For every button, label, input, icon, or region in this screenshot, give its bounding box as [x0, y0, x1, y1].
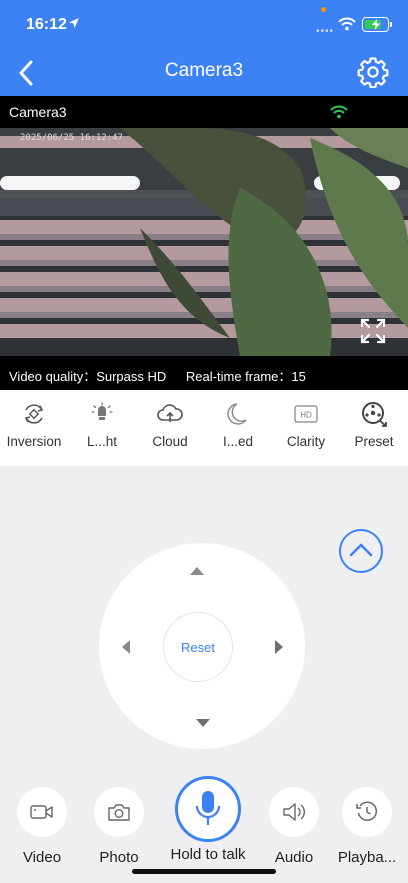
tool-label: Preset	[354, 434, 394, 449]
camera-icon	[108, 804, 130, 821]
fullscreen-icon[interactable]	[360, 318, 386, 344]
hd-icon: HD	[294, 405, 318, 423]
preset-icon	[362, 402, 387, 427]
page-title: Camera3	[164, 60, 244, 81]
inversion-icon	[24, 404, 44, 424]
home-indicator[interactable]	[132, 869, 276, 874]
ptz-direction-pad: Reset	[99, 543, 305, 749]
wifi-status-icon	[338, 17, 356, 31]
tool-label: L...ht	[86, 434, 118, 449]
microphone-icon	[195, 791, 221, 825]
live-video-feed[interactable]: 2025/06/25 16:12:47	[0, 128, 408, 356]
audio-button[interactable]: Audio	[269, 787, 319, 866]
ptz-left-arrow-icon[interactable]	[122, 640, 130, 654]
tool-clarity[interactable]: HD Clarity	[272, 390, 340, 466]
hd-badge-text: HD	[300, 411, 312, 420]
moon-icon	[227, 403, 247, 425]
tool-label: Cloud	[152, 434, 188, 449]
tool-label: Inversion	[6, 434, 62, 449]
control-toolbar: Inversion L...ht Cloud I...ed HD Clarity…	[0, 390, 408, 466]
tool-infrared[interactable]: I...ed	[204, 390, 272, 466]
collapse-chevron-up-icon[interactable]	[338, 528, 384, 574]
video-quality-text: Video quality：Surpass HD	[9, 369, 167, 384]
status-time: 16:12	[26, 16, 67, 33]
video-camera-icon	[30, 805, 53, 819]
tool-label: I...ed	[222, 434, 254, 449]
location-arrow-icon	[69, 18, 79, 28]
light-icon	[91, 402, 113, 420]
video-info-bar: Video quality：Surpass HD Real-time frame…	[9, 366, 306, 385]
tool-preset[interactable]: Preset	[340, 390, 408, 466]
ptz-up-arrow-icon[interactable]	[190, 567, 204, 575]
video-scene	[0, 128, 408, 356]
tool-label: Clarity	[286, 434, 326, 449]
speaker-icon	[283, 803, 305, 821]
playback-label: Playba...	[337, 849, 397, 866]
tool-light[interactable]: L...ht	[68, 390, 136, 466]
photo-snapshot-button[interactable]: Photo	[94, 787, 144, 866]
playback-button[interactable]: Playba...	[338, 787, 396, 866]
ptz-reset-button[interactable]: Reset	[163, 612, 233, 682]
cloud-icon	[157, 404, 183, 422]
tool-cloud[interactable]: Cloud	[136, 390, 204, 466]
audio-label: Audio	[274, 849, 314, 866]
realtime-frame-text: Real-time frame：15	[185, 369, 306, 384]
settings-gear-icon[interactable]	[357, 56, 389, 88]
camera-name-label: Camera3	[9, 104, 67, 120]
ptz-right-arrow-icon[interactable]	[275, 640, 283, 654]
talk-label: Hold to talk	[170, 846, 246, 863]
photo-label: Photo	[99, 849, 139, 866]
privacy-indicator-dot	[321, 7, 326, 12]
video-label: Video	[22, 849, 62, 866]
battery-icon	[362, 17, 392, 32]
ptz-down-arrow-icon[interactable]	[196, 719, 210, 727]
video-panel: Camera3 2025/06/25 16:12:47 Video qualit…	[0, 96, 408, 390]
tool-inversion[interactable]: Inversion	[0, 390, 68, 466]
camera-wifi-signal-icon	[330, 105, 348, 119]
video-timestamp: 2025/06/25 16:12:47	[20, 133, 123, 143]
cellular-signal-icon: ••••	[316, 26, 335, 37]
video-record-button[interactable]: Video	[17, 787, 67, 866]
header-bar: 16:12 •••• Camera3	[0, 0, 408, 96]
history-clock-icon	[356, 801, 378, 821]
hold-to-talk-button[interactable]: Hold to talk	[170, 776, 246, 863]
